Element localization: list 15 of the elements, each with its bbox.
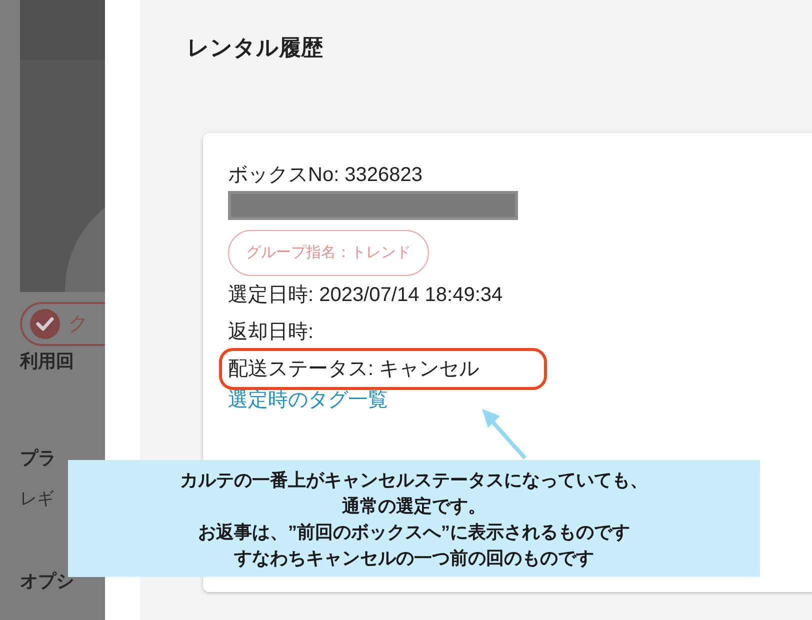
usage-label: 利用回	[20, 350, 75, 373]
box-number: ボックスNo: 3326823	[228, 163, 423, 188]
option-label: オプシ	[20, 570, 75, 592]
dialog-title: レンタル履歴	[187, 34, 323, 62]
return-datetime: 返却日時:	[228, 320, 314, 345]
check-icon	[30, 309, 60, 339]
annotation-line: すなわちキャンセルの一つ前の回のものです	[234, 546, 594, 570]
group-tag: グループ指名：トレンド	[228, 230, 429, 276]
plan-value: レギ	[20, 488, 55, 510]
delivery-status: 配送ステータス: キャンセル	[219, 348, 547, 390]
annotation-line: カルテの一番上がキャンセルステータスになっていても、	[180, 468, 648, 492]
plan-label: プラ	[20, 447, 57, 470]
selected-datetime: 選定日時: 2023/07/14 18:49:34	[228, 283, 503, 308]
annotation-line: 通常の選定です。	[342, 494, 486, 518]
annotation-line: お返事は、”前回のボックスへ”に表示されるものです	[198, 520, 630, 544]
